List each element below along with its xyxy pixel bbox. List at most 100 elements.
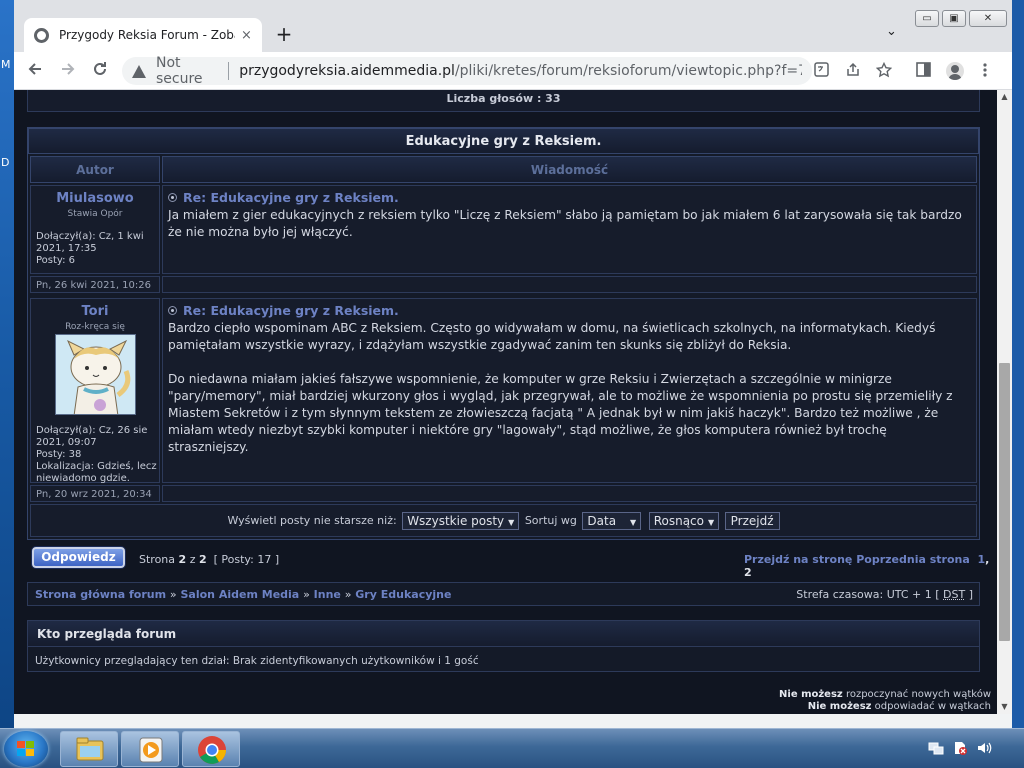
sort-field-value: Data	[587, 514, 617, 528]
timezone-suffix: ]	[968, 588, 973, 601]
vertical-scrollbar[interactable]: ▲ ▼	[997, 90, 1012, 714]
breadcrumb: Strona główna forum » Salon Aidem Media …	[35, 588, 451, 601]
goto-page-label[interactable]: Przejdź na stronę	[744, 553, 852, 566]
desktop-icon-label: M	[1, 58, 11, 71]
author-rank: Stawia Opór	[67, 209, 123, 219]
breadcrumb-item[interactable]: Strona główna forum	[35, 588, 166, 601]
post-author-panel: Miulasowo Stawia Opór Dołączył(a): Cz, 1…	[30, 185, 160, 274]
breadcrumb-item[interactable]: Gry Edukacyjne	[355, 588, 451, 601]
tab-strip: Przygody Reksia Forum - Zobacz × + ⌄ ▭ ▣…	[14, 0, 1012, 52]
chrome-icon	[198, 736, 226, 764]
post-footer-cell	[162, 485, 977, 502]
url-path: /pliki/kretes/forum/reksioforum/viewtopi…	[454, 63, 802, 79]
back-icon[interactable]	[24, 60, 46, 84]
scroll-up-icon[interactable]: ▲	[997, 90, 1012, 104]
post-icon	[168, 306, 177, 315]
page-link-2: 2	[744, 566, 752, 579]
post-subject[interactable]: Re: Edukacyjne gry z Reksiem.	[163, 303, 976, 318]
browser-window: Przygody Reksia Forum - Zobacz × + ⌄ ▭ ▣…	[14, 0, 1012, 728]
author-joined: Dołączył(a): Cz, 26 sie 2021, 09:07	[36, 425, 148, 448]
action-center-icon[interactable]	[952, 740, 968, 760]
post-author-panel: Tori Roz-kręca się Dołączył(a): Cz, 26 s…	[30, 298, 160, 484]
sort-field-select[interactable]: Data ▼	[582, 512, 642, 530]
media-player-icon	[139, 737, 163, 763]
author-rank: Roz-kręca się	[65, 322, 125, 332]
omnibox-divider	[228, 62, 230, 80]
globe-icon	[34, 27, 49, 43]
start-button[interactable]	[4, 731, 48, 767]
breadcrumb-separator: »	[303, 588, 310, 601]
sort-order-value: Rosnąco	[653, 514, 704, 528]
post-body: Ja miałem z gier edukacyjnych z reksiem …	[168, 208, 962, 239]
user-avatar	[55, 334, 136, 415]
column-author-header: Autor	[30, 156, 160, 183]
column-message-header: Wiadomość	[162, 156, 977, 183]
menu-kebab-icon[interactable]	[982, 62, 988, 82]
side-panel-icon[interactable]	[916, 62, 931, 81]
browser-toolbar: Not secure przygodyreksia.aidemmedia.pl …	[14, 52, 1012, 90]
display-age-select[interactable]: Wszystkie posty ▼	[402, 512, 520, 530]
reload-icon[interactable]	[89, 60, 111, 84]
forward-icon[interactable]	[57, 60, 79, 84]
taskbar-media-player[interactable]	[121, 731, 179, 767]
volume-icon[interactable]	[976, 740, 992, 760]
security-label: Not secure	[156, 55, 203, 87]
post-subject-text: Re: Edukacyjne gry z Reksiem.	[183, 303, 399, 318]
tab-close-icon[interactable]: ×	[241, 28, 252, 43]
profile-avatar-icon[interactable]	[946, 62, 964, 80]
maximize-button[interactable]: ▣	[942, 10, 966, 27]
close-window-button[interactable]: ✕	[969, 10, 1007, 27]
permission-line: Nie możesz odpowiadać w wątkach	[808, 701, 991, 712]
display-options-bar: Wyświetl posty nie starsze niż: Wszystki…	[30, 504, 977, 537]
author-name[interactable]: Tori	[31, 299, 159, 319]
scroll-down-icon[interactable]: ▼	[997, 700, 1012, 714]
tab-search-icon[interactable]: ⌄	[886, 24, 897, 39]
post-icon	[168, 193, 177, 202]
post-message-panel: Re: Edukacyjne gry z Reksiem. Ja miałem …	[162, 185, 977, 274]
who-is-online-box: Kto przegląda forum Użytkownicy przegląd…	[27, 620, 980, 672]
breadcrumb-bar: Strona główna forum » Salon Aidem Media …	[27, 582, 980, 606]
timezone-label: Strefa czasowa: UTC + 1 [	[796, 588, 940, 601]
author-joined: Dołączył(a): Cz, 1 kwi 2021, 17:35	[36, 231, 144, 254]
scrollbar-thumb[interactable]	[999, 363, 1010, 641]
permission-text: rozpoczynać nowych wątków	[845, 689, 991, 700]
minimize-button[interactable]: ▭	[915, 10, 939, 27]
taskbar-explorer[interactable]	[60, 731, 118, 767]
pagination: Przejdź na stronę Poprzednia strona 1, 2	[744, 553, 990, 579]
browser-tab[interactable]: Przygody Reksia Forum - Zobacz ×	[24, 18, 262, 52]
taskbar-chrome[interactable]	[182, 731, 240, 767]
post-date-cell: Pn, 26 kwi 2021, 10:26	[30, 276, 160, 293]
url-host: przygodyreksia.aidemmedia.pl	[239, 63, 455, 79]
new-tab-button[interactable]: +	[272, 22, 296, 46]
author-name[interactable]: Miulasowo	[31, 186, 159, 206]
network-icon[interactable]	[928, 740, 944, 760]
page-prefix: Strona	[139, 553, 176, 566]
permission-line: Nie możesz rozpoczynać nowych wątków	[779, 689, 991, 700]
sort-order-select[interactable]: Rosnąco ▼	[648, 512, 720, 530]
page-sep: z	[189, 553, 196, 566]
page-link-1[interactable]: 1	[977, 553, 985, 566]
go-button[interactable]: Przejdź	[724, 512, 780, 530]
translate-icon[interactable]	[814, 62, 829, 81]
post-subject[interactable]: Re: Edukacyjne gry z Reksiem.	[163, 190, 976, 205]
post-message-panel: Re: Edukacyjne gry z Reksiem. Bardzo cie…	[162, 298, 977, 483]
permission-text: odpowiadać w wątkach	[874, 701, 991, 712]
page-total: 2	[198, 553, 207, 566]
author-post-count: Posty: 6	[36, 255, 76, 266]
reply-button[interactable]: Odpowiedz	[32, 547, 125, 568]
share-icon[interactable]	[845, 62, 861, 81]
desktop-edge: M D	[0, 0, 14, 728]
folder-icon	[76, 737, 104, 761]
address-bar[interactable]: Not secure przygodyreksia.aidemmedia.pl …	[122, 55, 812, 87]
post-date: Pn, 20 wrz 2021, 20:34	[36, 489, 152, 500]
chevron-down-icon: ▼	[708, 518, 715, 527]
breadcrumb-item[interactable]: Inne	[314, 588, 341, 601]
topic-title: Edukacyjne gry z Reksiem.	[28, 128, 979, 154]
windows-logo-icon	[17, 741, 35, 757]
previous-page-link[interactable]: Poprzednia strona	[856, 553, 970, 566]
breadcrumb-separator: »	[169, 588, 177, 601]
breadcrumb-item[interactable]: Salon Aidem Media	[181, 588, 300, 601]
page-current: 2	[178, 553, 187, 566]
bookmark-star-icon[interactable]	[875, 61, 893, 82]
display-age-value: Wszystkie posty	[407, 514, 505, 528]
